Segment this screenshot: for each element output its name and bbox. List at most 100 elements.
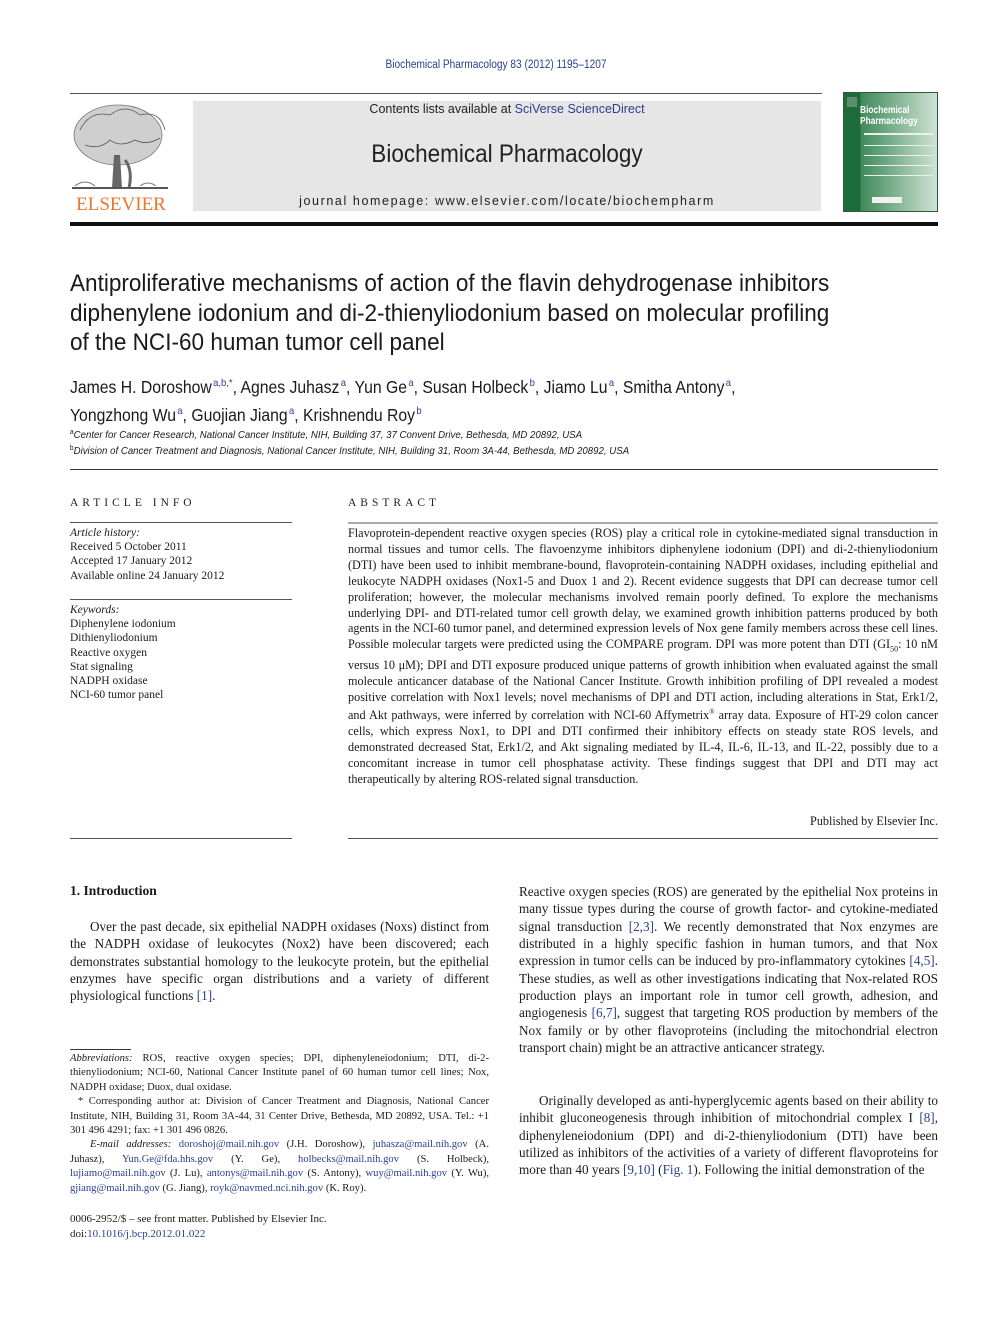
corresponding-author-note: * Corresponding author at: Division of C… [70, 1096, 489, 1137]
article-title: Antiproliferative mechanisms of action o… [70, 269, 880, 358]
affiliation-ref[interactable]: a [341, 377, 346, 389]
citation-link[interactable]: [6,7] [592, 1005, 617, 1020]
journal-citation-link[interactable]: Biochemical Pharmacology 83 (2012) 1195–… [60, 59, 933, 71]
author: Guojian Jiang a, [191, 405, 303, 425]
author-name: Krishnendu Roy [302, 405, 416, 425]
journal-cover-thumbnail[interactable]: Biochemical Pharmacology [843, 92, 938, 212]
paragraph-text: Originally developed as anti-hyperglycem… [519, 1093, 938, 1126]
author: James H. Doroshow a,b,*, [70, 377, 241, 397]
affiliation-ref[interactable]: b [416, 405, 421, 417]
elsevier-logo[interactable]: ELSEVIER [70, 100, 172, 215]
affiliation: bDivision of Cancer Treatment and Diagno… [70, 442, 898, 458]
email-link[interactable]: doroshoj@mail.nih.gov [179, 1139, 279, 1150]
citation-link[interactable]: [8] [919, 1110, 934, 1125]
info-rule [70, 599, 292, 600]
section-rule [70, 469, 938, 470]
cover-sciencedirect-icon [872, 197, 902, 203]
email-link[interactable]: antonys@mail.nih.gov [207, 1168, 303, 1179]
affiliation-ref[interactable]: a [726, 377, 731, 389]
affiliation-ref[interactable]: b [530, 377, 535, 389]
published-by: Published by Elsevier Inc. [810, 814, 938, 828]
history-item: Received 5 October 2011 [70, 541, 187, 554]
journal-homepage[interactable]: journal homepage: www.elsevier.com/locat… [193, 194, 821, 208]
abstract-text: Flavoprotein-dependent reactive oxygen s… [348, 526, 938, 788]
email-link[interactable]: lujiamo@mail.nih.gov [70, 1168, 166, 1179]
author: Krishnendu Roy b [303, 405, 422, 425]
email-link[interactable]: juhasza@mail.nih.gov [373, 1139, 468, 1150]
abstract-segment: Flavoprotein-dependent reactive oxygen s… [348, 526, 938, 652]
affiliation-ref[interactable]: a [177, 405, 182, 417]
affiliations: aCenter for Cancer Research, National Ca… [70, 426, 898, 458]
citation-link[interactable]: [1] [197, 988, 212, 1003]
affiliation-ref[interactable]: a [609, 377, 614, 389]
author: Agnes Juhasz a, [240, 377, 355, 397]
author: Jiamo Lu a, [543, 377, 623, 397]
doi-line: doi:10.1016/j.bcp.2012.01.022 [70, 1227, 489, 1242]
email-owner: (G. Jiang) [162, 1182, 205, 1194]
paragraph-text: ( [654, 1162, 663, 1178]
email-owner: (Y. Wu) [451, 1168, 487, 1180]
email-addresses: E-mail addresses: doroshoj@mail.nih.gov … [70, 1139, 490, 1194]
paragraph-text: Over the past decade, six epithelial NAD… [70, 919, 489, 1004]
author: Yongzhong Wu a, [70, 405, 192, 425]
author-name: Susan Holbeck [422, 377, 529, 397]
keywords-label: Keywords: [70, 604, 120, 616]
affiliation-ref[interactable]: a,b,* [213, 377, 232, 389]
elsevier-tree-icon: ELSEVIER [72, 104, 168, 215]
header-rule [70, 93, 192, 94]
history-item: Accepted 17 January 2012 [70, 555, 193, 568]
email-owner: (S. Antony) [307, 1168, 359, 1180]
author: Smitha Antony a, [622, 377, 736, 397]
author: Yun Ge a, [354, 377, 423, 397]
email-link[interactable]: gjiang@mail.nih.gov [70, 1183, 160, 1194]
email-link[interactable]: royk@navmed.nci.nih.gov [210, 1183, 323, 1194]
footnote-rule [70, 1049, 131, 1050]
contents-line: Contents lists available at SciVerse Sci… [193, 102, 821, 116]
citation-link[interactable]: [2,3] [629, 919, 654, 934]
doi-label: doi: [70, 1227, 88, 1240]
affiliation-text: Division of Cancer Treatment and Diagnos… [73, 445, 630, 457]
cover-rule [864, 175, 933, 176]
author-name: Guojian Jiang [191, 405, 288, 425]
affiliation-ref[interactable]: a [289, 405, 294, 417]
title-line: Antiproliferative mechanisms of action o… [70, 270, 830, 297]
cover-rule [864, 145, 933, 146]
section-heading-introduction: 1. Introduction [70, 883, 157, 898]
body-paragraph: Originally developed as anti-hyperglycem… [519, 1092, 938, 1179]
affiliation-text: Center for Cancer Research, National Can… [73, 429, 583, 441]
intro-paragraph: Over the past decade, six epithelial NAD… [70, 919, 489, 1004]
affiliation-ref[interactable]: a [408, 377, 413, 389]
doi-link[interactable]: 10.1016/j.bcp.2012.01.022 [87, 1228, 205, 1240]
cover-rule [864, 133, 933, 135]
author-list: James H. Doroshow a,b,*, Agnes Juhasz a,… [70, 371, 934, 427]
title-line: of the NCI-60 human tumor cell panel [70, 329, 445, 356]
abstract-rule [348, 838, 938, 839]
cover-rule [864, 165, 933, 166]
article-history: Article history: Received 5 October 2011… [70, 526, 300, 583]
elsevier-wordmark: ELSEVIER [76, 194, 166, 212]
issn-doi-block: 0006-2952/$ – see front matter. Publishe… [70, 1212, 489, 1241]
footnotes: Abbreviations: ROS, reactive oxygen spec… [70, 1052, 489, 1196]
affiliation: aCenter for Cancer Research, National Ca… [70, 426, 898, 442]
abbreviations-label: Abbreviations: [70, 1053, 133, 1064]
email-link[interactable]: Yun.Ge@fda.hhs.gov [122, 1154, 213, 1165]
citation-link[interactable]: [4,5] [909, 953, 934, 968]
info-rule [70, 838, 292, 839]
title-line: diphenylene iodonium and di-2-thienyliod… [70, 299, 830, 327]
author-name: James H. Doroshow [70, 377, 212, 397]
figure-link[interactable]: Fig. 1 [663, 1162, 694, 1177]
abbreviations-text: ROS, reactive oxygen species; DPI, diphe… [70, 1053, 489, 1093]
keyword: Stat signaling [70, 660, 133, 673]
abstract-rule [348, 522, 938, 524]
keyword: Reactive oxygen [70, 646, 147, 659]
author-name: Yongzhong Wu [70, 405, 176, 425]
email-link[interactable]: wuy@mail.nih.gov [366, 1168, 448, 1179]
citation-link[interactable]: [9,10] [623, 1162, 655, 1177]
subscript: 50 [890, 644, 899, 654]
email-link[interactable]: holbecks@mail.nih.gov [298, 1154, 399, 1165]
author-name: Jiamo Lu [543, 377, 608, 397]
sciencedirect-link[interactable]: SciVerse ScienceDirect [515, 102, 645, 116]
header-rule [192, 93, 822, 94]
author: Susan Holbeck b, [422, 377, 544, 397]
email-owner: (Y. Ge) [231, 1153, 278, 1165]
